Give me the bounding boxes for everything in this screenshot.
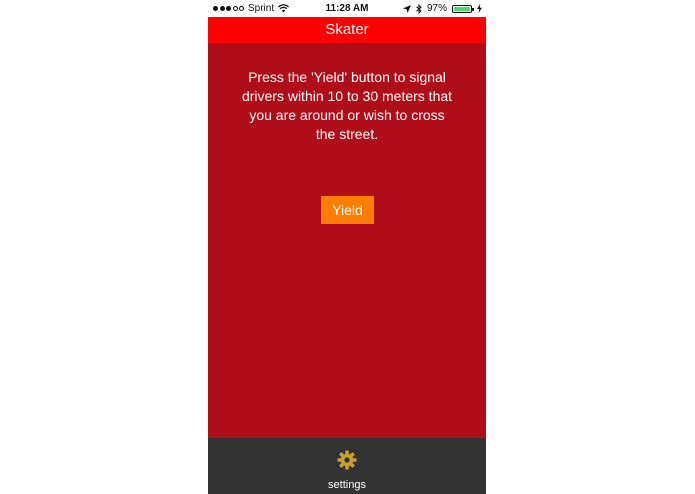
- phone-screen: Sprint 11:28 AM 97% Skater Press the 'Yi…: [208, 0, 486, 494]
- yield-button[interactable]: Yield: [321, 196, 374, 224]
- tab-settings[interactable]: settings: [307, 438, 387, 494]
- instructions-text: Press the 'Yield' button to signal drive…: [241, 69, 453, 142]
- tab-settings-label: settings: [328, 479, 366, 491]
- battery-icon: [452, 4, 474, 13]
- charging-bolt-icon: [477, 4, 482, 13]
- bluetooth-icon: [416, 3, 422, 14]
- battery-level: [454, 6, 470, 11]
- status-right: 97%: [402, 0, 482, 17]
- nav-bar: Skater: [208, 17, 486, 43]
- nav-title: Skater: [325, 21, 369, 38]
- location-arrow-icon: [402, 4, 411, 13]
- tab-bar: settings: [208, 438, 486, 494]
- gear-icon: [337, 450, 357, 470]
- status-bar: Sprint 11:28 AM 97%: [208, 0, 486, 17]
- main-content: Press the 'Yield' button to signal drive…: [208, 43, 486, 438]
- battery-percent: 97%: [426, 3, 447, 14]
